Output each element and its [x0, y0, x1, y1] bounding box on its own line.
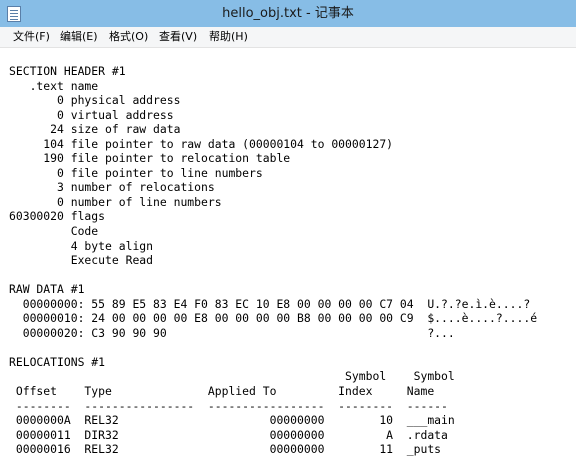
- text-line: RAW DATA #1: [9, 282, 85, 297]
- text-line: 0 virtual address: [9, 107, 174, 122]
- text-editor[interactable]: SECTION HEADER #1 .text name 0 physical …: [0, 48, 576, 466]
- title-bar[interactable]: hello_obj.txt - 记事本: [0, 0, 576, 28]
- menu-help[interactable]: 帮助(H): [207, 29, 250, 45]
- menu-format[interactable]: 格式(O): [107, 29, 150, 45]
- editor-content[interactable]: SECTION HEADER #1 .text name 0 physical …: [9, 64, 537, 457]
- text-line: Symbol Symbol: [9, 369, 455, 384]
- text-line: 24 size of raw data: [9, 122, 181, 137]
- menu-bar: 文件(F) 编辑(E) 格式(O) 查看(V) 帮助(H): [0, 27, 576, 48]
- text-line: SECTION HEADER #1: [9, 64, 126, 78]
- text-line: 104 file pointer to raw data (00000104 t…: [9, 136, 394, 151]
- menu-edit[interactable]: 编辑(E): [58, 29, 100, 45]
- text-line: 0 file pointer to line numbers: [9, 165, 263, 180]
- text-line: Code: [9, 224, 99, 239]
- menu-file[interactable]: 文件(F): [11, 29, 52, 45]
- text-line: Execute Read: [9, 253, 154, 268]
- text-line: [9, 340, 537, 355]
- text-line: [9, 268, 537, 283]
- text-line: 60300020 flags: [9, 209, 106, 224]
- text-line: 0 physical address: [9, 93, 181, 108]
- window-title: hello_obj.txt - 记事本: [222, 6, 354, 21]
- text-line: 00000000: 55 89 E5 83 E4 F0 83 EC 10 E8 …: [9, 296, 531, 311]
- text-line: Offset Type Applied To Index Name: [9, 384, 435, 399]
- text-line: 3 number of relocations: [9, 180, 215, 195]
- text-line: 00000016 REL32 00000000 11 _puts: [9, 442, 442, 457]
- text-line: -------- ---------------- --------------…: [9, 398, 448, 413]
- text-line: 190 file pointer to relocation table: [9, 151, 291, 166]
- menu-view[interactable]: 查看(V): [157, 29, 199, 45]
- text-line: 0000000A REL32 00000000 10 ___main: [9, 413, 455, 428]
- text-line: RELOCATIONS #1: [9, 354, 106, 369]
- text-line: 4 byte align: [9, 238, 154, 253]
- text-line: 00000010: 24 00 00 00 00 E8 00 00 00 00 …: [9, 311, 538, 326]
- text-line: 00000020: C3 90 90 90 ?...: [9, 325, 455, 340]
- text-line: .text name: [9, 78, 99, 93]
- text-line: 0 number of line numbers: [9, 194, 222, 209]
- text-line: 00000011 DIR32 00000000 A .rdata: [9, 427, 448, 442]
